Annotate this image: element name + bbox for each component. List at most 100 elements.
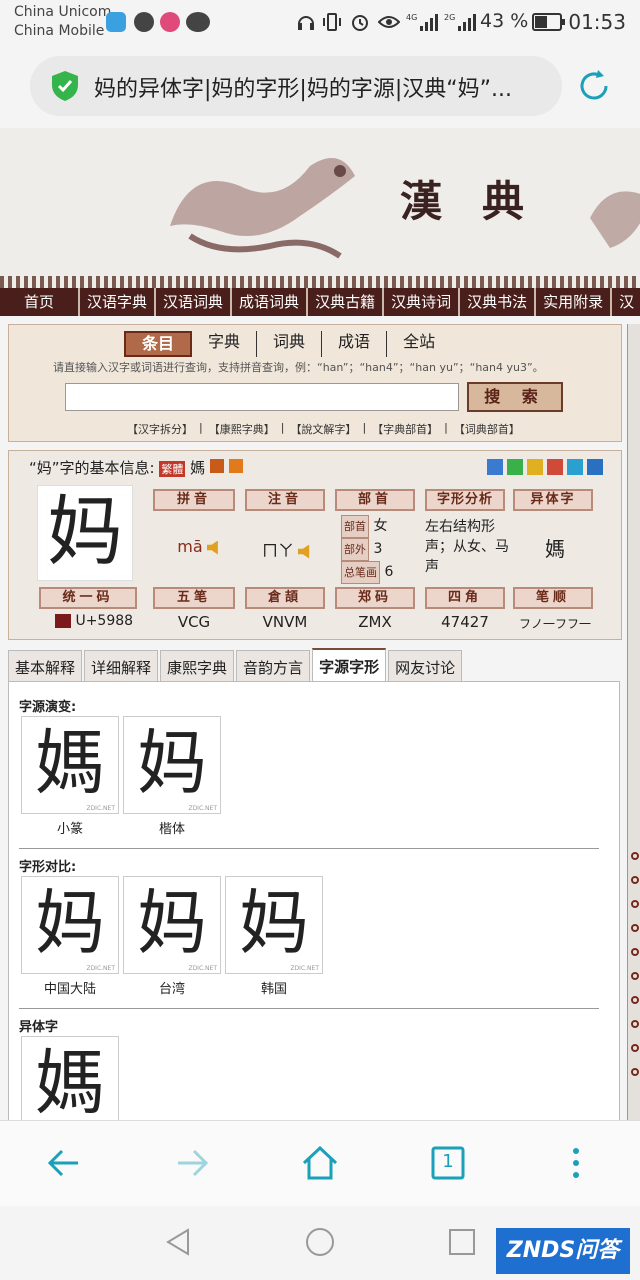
nav-dictionary[interactable]: 汉语字典 bbox=[80, 288, 157, 316]
dragon-decoration bbox=[170, 158, 355, 259]
main-nav: 首页 汉语字典 汉语词典 成语词典 汉典古籍 汉典诗词 汉典书法 实用附录 汉 bbox=[0, 288, 640, 316]
app-badge-icon bbox=[160, 12, 180, 32]
glyph-kaishu[interactable]: 妈 ZDIC.NET bbox=[123, 716, 221, 814]
search-tab-all[interactable]: 全站 bbox=[387, 331, 451, 357]
tabs-button[interactable]: 1 bbox=[428, 1143, 468, 1183]
variant-value[interactable]: 媽 bbox=[515, 533, 595, 562]
info-heading: “妈”字的基本信息: 繁體 媽 bbox=[29, 457, 243, 478]
site-header: 漢典 bbox=[0, 128, 640, 288]
nav-home-icon[interactable] bbox=[302, 1224, 338, 1260]
system-nav-bar: ZNDS问答 bbox=[0, 1206, 640, 1280]
label-unicode: 统一码 bbox=[39, 587, 137, 609]
tab-etymology[interactable]: 字源字形 bbox=[312, 648, 387, 682]
link-sep: | bbox=[280, 421, 285, 434]
link-sep: | bbox=[362, 421, 367, 434]
nav-recents-icon[interactable] bbox=[444, 1224, 480, 1260]
sidebar-bullet[interactable] bbox=[631, 1044, 639, 1052]
link-cidian-radicals[interactable]: 【词典部首】 bbox=[454, 421, 520, 437]
headset-icon bbox=[296, 12, 316, 32]
sidebar-bullet[interactable] bbox=[631, 876, 639, 884]
back-arrow-icon[interactable] bbox=[44, 1143, 84, 1183]
pengyou-share-icon[interactable] bbox=[567, 459, 583, 475]
nav-more[interactable]: 汉 bbox=[612, 288, 640, 316]
sidebar-bullet[interactable] bbox=[631, 996, 639, 1004]
search-tab-cidian[interactable]: 词典 bbox=[257, 331, 323, 357]
radical-value[interactable]: 女 bbox=[373, 518, 387, 534]
wubi-value: VCG bbox=[177, 613, 211, 631]
status-bar: China Unicom China Mobile 4G 2G 43 % 01:… bbox=[0, 0, 640, 44]
search-tab-entry[interactable]: 条目 bbox=[124, 331, 193, 357]
glyph-mainland[interactable]: 妈 ZDIC.NET bbox=[21, 876, 119, 974]
carrier-secondary: China Mobile bbox=[14, 23, 105, 39]
tab-discussion[interactable]: 网友讨论 bbox=[388, 650, 463, 682]
nav-word-dictionary[interactable]: 汉语词典 bbox=[156, 288, 233, 316]
traditional-tag[interactable]: 繁體 bbox=[159, 461, 186, 477]
share-icons bbox=[487, 459, 603, 475]
address-bar[interactable]: 妈的异体字|妈的字形|妈的字源|汉典“妈”... bbox=[30, 56, 562, 116]
nav-home[interactable]: 首页 bbox=[0, 288, 81, 316]
glyph-watermark: ZDIC.NET bbox=[188, 805, 217, 812]
search-tab-idiom[interactable]: 成语 bbox=[322, 331, 388, 357]
link-hanzi-split[interactable]: 【汉字拆分】 bbox=[127, 421, 193, 437]
total-strokes-value: 6 bbox=[384, 564, 394, 580]
glyph-korea-char: 妈 bbox=[239, 882, 309, 964]
glyph-variant-char: 媽 bbox=[35, 1042, 105, 1121]
wechat-share-icon[interactable] bbox=[507, 459, 523, 475]
eye-comfort-icon bbox=[377, 12, 401, 32]
unicode-text: U+5988 bbox=[75, 613, 134, 629]
nav-back-icon[interactable] bbox=[160, 1224, 196, 1260]
nav-poetry[interactable]: 汉典诗词 bbox=[384, 288, 461, 316]
sidebar-bullet[interactable] bbox=[631, 948, 639, 956]
home-icon[interactable] bbox=[300, 1143, 340, 1183]
weibo-share-icon[interactable] bbox=[547, 459, 563, 475]
sidebar-bullet[interactable] bbox=[631, 924, 639, 932]
sidebar-bullet[interactable] bbox=[631, 1020, 639, 1028]
add-share-icon[interactable] bbox=[487, 459, 503, 475]
search-button[interactable]: 搜 索 bbox=[467, 382, 563, 412]
nav-appendix[interactable]: 实用附录 bbox=[536, 288, 613, 316]
qzone-share-icon[interactable] bbox=[527, 459, 543, 475]
tab-phonology[interactable]: 音韵方言 bbox=[236, 650, 311, 682]
renren-share-icon[interactable] bbox=[587, 459, 603, 475]
more-menu-icon[interactable] bbox=[556, 1143, 596, 1183]
forward-arrow-icon[interactable] bbox=[172, 1143, 212, 1183]
link-zidian-radicals[interactable]: 【字典部首】 bbox=[372, 421, 438, 437]
link-shuowen[interactable]: 【說文解字】 bbox=[290, 421, 356, 437]
search-input[interactable] bbox=[65, 383, 459, 411]
radical-info: 部首 女 部外 3 总笔画 6 bbox=[341, 515, 393, 584]
zhuyin-value: ㄇㄚ bbox=[247, 537, 327, 561]
nav-classics[interactable]: 汉典古籍 bbox=[308, 288, 385, 316]
zhuyin-speaker-icon[interactable] bbox=[298, 544, 310, 559]
tab-detailed[interactable]: 详细解释 bbox=[84, 650, 159, 682]
radical-row: 部首 女 bbox=[341, 515, 393, 538]
link-sep: | bbox=[444, 421, 448, 434]
traditional-char[interactable]: 媽 bbox=[190, 459, 205, 477]
general-icon bbox=[228, 459, 243, 473]
battery-percent: 43 % bbox=[480, 10, 529, 32]
reload-icon[interactable] bbox=[574, 66, 614, 106]
sidebar-bullet[interactable] bbox=[631, 852, 639, 860]
radical-row: 总笔画 6 bbox=[341, 561, 393, 584]
section-divider bbox=[19, 1008, 599, 1009]
sidebar-bullet[interactable] bbox=[631, 972, 639, 980]
nav-idiom[interactable]: 成语词典 bbox=[232, 288, 309, 316]
tab-kangxi[interactable]: 康熙字典 bbox=[160, 650, 235, 682]
tab-basic[interactable]: 基本解释 bbox=[8, 650, 83, 682]
dragon-decoration-right bbox=[590, 191, 640, 248]
search-hint: 请直接输入汉字或词语进行查询，支持拼音查询，例：“han”；“han4”；“ha… bbox=[53, 361, 544, 374]
glyph-taiwan[interactable]: 妈 ZDIC.NET bbox=[123, 876, 221, 974]
sidebar-bullet[interactable] bbox=[631, 900, 639, 908]
pinyin-speaker-icon[interactable] bbox=[206, 540, 218, 555]
glyph-variant[interactable]: 媽 bbox=[21, 1036, 119, 1121]
search-tab-zidian[interactable]: 字典 bbox=[192, 331, 258, 357]
site-logo[interactable]: 漢典 bbox=[400, 168, 564, 229]
structure-value: 左右结构形声；从女、马声 bbox=[425, 519, 509, 575]
label-radical: 部首 bbox=[335, 489, 415, 511]
sidebar-bullet[interactable] bbox=[631, 1068, 639, 1076]
glyph-korea[interactable]: 妈 ZDIC.NET bbox=[225, 876, 323, 974]
glyph-seal[interactable]: 媽 ZDIC.NET bbox=[21, 716, 119, 814]
glyph-taiwan-caption: 台湾 bbox=[158, 982, 185, 997]
section-divider bbox=[19, 848, 599, 849]
link-kangxi[interactable]: 【康熙字典】 bbox=[209, 421, 275, 437]
nav-calligraphy[interactable]: 汉典书法 bbox=[460, 288, 537, 316]
